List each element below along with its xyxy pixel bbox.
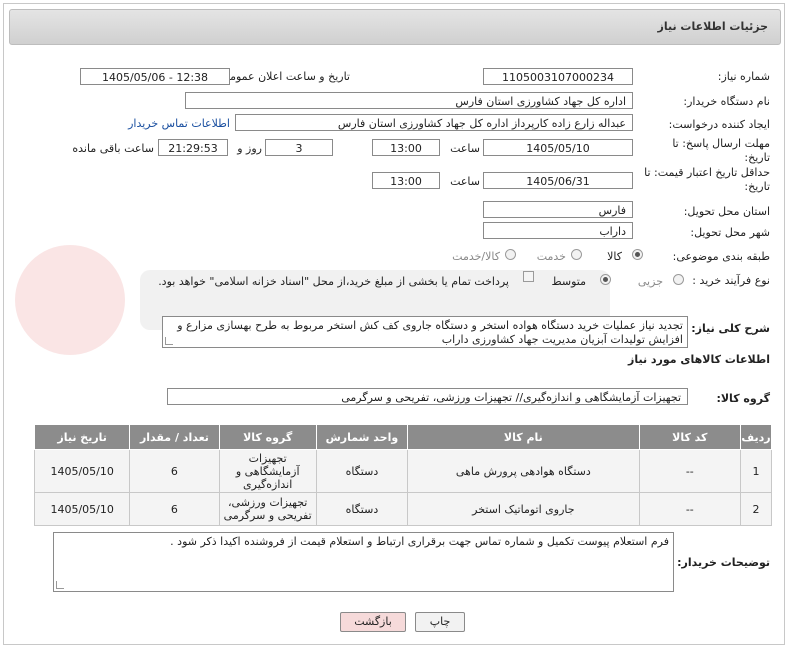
validity-time-label: ساعت (450, 175, 480, 188)
cell-group: تجهیزات ورزشی، تفریحی و سرگرمی (218, 492, 317, 526)
reply-time-label: ساعت (450, 142, 480, 155)
cell-name: دستگاه هوادهی پرورش ماهی (407, 449, 640, 493)
announce-label: تاریخ و ساعت اعلان عمومی: (217, 70, 350, 83)
process-label: نوع فرآیند خرید : (692, 274, 770, 287)
buyer-contact-link[interactable]: اطلاعات تماس خریدار (128, 117, 230, 130)
cell-code: -- (638, 449, 741, 493)
requester-field: عبداله زارع زاده کارپرداز اداره کل جهاد … (235, 114, 633, 131)
city-field: داراب (483, 222, 633, 239)
cell-group: تجهیزات آزمایشگاهی و اندازه‌گیری (218, 449, 317, 493)
announce-field: 1405/05/06 - 12:38 (80, 68, 230, 85)
cell-date: 1405/05/10 (33, 492, 131, 526)
col-group-header: گروه کالا (218, 424, 317, 450)
goods-info-title: اطلاعات کالاهای مورد نیاز (628, 353, 770, 366)
cell-row: 1 (739, 449, 773, 493)
table-row: 1 -- دستگاه هوادهی پرورش ماهی دستگاه تجه… (33, 449, 773, 493)
goods-group-label: گروه کالا: (716, 392, 770, 405)
province-label: استان محل تحویل: (683, 205, 770, 218)
remaining-time-field: 21:29:53 (158, 139, 228, 156)
category-label: طبقه بندی موضوعی: (672, 250, 770, 263)
validity-date-field: 1405/06/31 (483, 172, 633, 189)
buyer-org-label: نام دستگاه خریدار: (683, 95, 770, 108)
goods-group-field: تجهیزات آزمایشگاهی و اندازه‌گیری// تجهیز… (167, 388, 688, 405)
items-table: ردیف کد کالا نام کالا واحد شمارش گروه کا… (33, 424, 773, 526)
payment-note: پرداخت تمام یا بخشی از مبلغ خرید،از محل … (158, 275, 509, 288)
remaining-label: ساعت باقی مانده (72, 142, 154, 155)
category-radio-goods[interactable] (632, 249, 643, 260)
col-name-header: نام کالا (407, 424, 640, 450)
resize-grip-icon[interactable] (165, 337, 173, 345)
validity-time-field: 13:00 (372, 172, 440, 189)
reply-deadline-label: مهلت ارسال پاسخ: تا تاریخ: (672, 137, 770, 164)
cell-qty: 6 (129, 449, 220, 493)
days-label: روز و (237, 142, 262, 155)
validity-label: حداقل تاریخ اعتبار قیمت: تا تاریخ: (644, 166, 770, 193)
cell-name: جاروی اتوماتیک استخر (407, 492, 640, 526)
buyer-org-field: اداره کل جهاد کشاورزی استان فارس (185, 92, 633, 109)
col-code-header: کد کالا (638, 424, 741, 450)
cell-qty: 6 (129, 492, 220, 526)
category-radio-service[interactable] (571, 249, 582, 260)
cell-code: -- (638, 492, 741, 526)
col-qty-header: تعداد / مقدار (129, 424, 220, 450)
buyer-notes-label: توضیحات خریدار: (677, 556, 770, 569)
process-option-minor: جزیی (637, 275, 663, 288)
cell-row: 2 (739, 492, 773, 526)
payment-checkbox[interactable] (523, 271, 534, 282)
buyer-notes-text: فرم استعلام پیوست تکمیل و شماره تماس جهت… (170, 535, 669, 548)
col-row-header: ردیف (739, 424, 773, 450)
buyer-notes-field: فرم استعلام پیوست تکمیل و شماره تماس جهت… (53, 532, 674, 592)
category-option-both: کالا/خدمت (452, 250, 500, 263)
print-button[interactable]: چاپ (415, 612, 465, 632)
process-option-medium: متوسط (551, 275, 586, 288)
page-title: جزئیات اطلاعات نیاز (657, 20, 769, 33)
process-radio-minor[interactable] (673, 274, 684, 285)
cell-unit: دستگاه (315, 492, 409, 526)
description-label: شرح کلی نیاز: (691, 322, 770, 335)
col-unit-header: واحد شمارش (315, 424, 409, 450)
need-number-field: 1105003107000234 (483, 68, 633, 85)
col-date-header: تاریخ نیاز (33, 424, 131, 450)
back-button[interactable]: بازگشت (340, 612, 406, 632)
category-option-goods: کالا (607, 250, 622, 263)
category-option-service: خدمت (536, 250, 566, 263)
process-radio-medium[interactable] (600, 274, 611, 285)
description-text: تجدید نیاز عملیات خرید دستگاه هواده استخ… (177, 319, 683, 346)
requester-label: ایجاد کننده درخواست: (668, 118, 770, 131)
reply-date-field: 1405/05/10 (483, 139, 633, 156)
province-field: فارس (483, 201, 633, 218)
days-field: 3 (265, 139, 333, 156)
table-row: 2 -- جاروی اتوماتیک استخر دستگاه تجهیزات… (33, 492, 773, 526)
section-header: جزئیات اطلاعات نیاز (9, 9, 781, 45)
resize-grip-icon[interactable] (56, 581, 64, 589)
cell-date: 1405/05/10 (33, 449, 131, 493)
reply-time-field: 13:00 (372, 139, 440, 156)
cell-unit: دستگاه (315, 449, 409, 493)
city-label: شهر محل تحویل: (690, 226, 770, 239)
need-number-label: شماره نیاز: (717, 70, 770, 83)
category-radio-both[interactable] (505, 249, 516, 260)
description-field: تجدید نیاز عملیات خرید دستگاه هواده استخ… (162, 316, 688, 348)
